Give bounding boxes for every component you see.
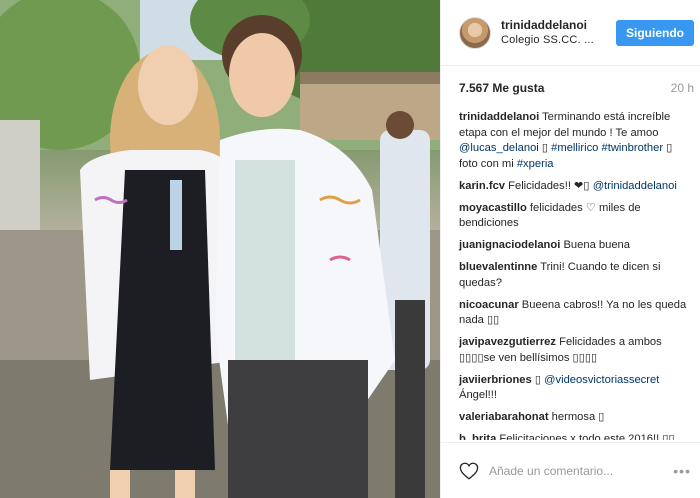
comments-list[interactable]: trinidaddelanoi Terminando está increíbl…	[441, 110, 700, 440]
likes-count[interactable]: 7.567 Me gusta	[459, 81, 544, 95]
comment-input[interactable]	[489, 463, 674, 478]
avatar[interactable]	[459, 16, 491, 49]
comment-link[interactable]: @trinidaddelanoi	[593, 180, 677, 192]
comment-item: karin.fcv Felicidades!! ❤▯ @trinidaddela…	[459, 179, 693, 195]
more-options-icon[interactable]: •••	[673, 463, 691, 479]
comment-username[interactable]: trinidaddelanoi	[459, 111, 539, 123]
post-photo[interactable]	[0, 0, 440, 498]
post-header: trinidaddelanoi Colegio SS.CC. ... Sigui…	[441, 0, 700, 66]
photo-illustration	[0, 0, 440, 498]
post-sidebar: trinidaddelanoi Colegio SS.CC. ... Sigui…	[440, 0, 700, 498]
comment-link[interactable]: @lucas_delanoi	[459, 142, 539, 154]
comment-item: trinidaddelanoi Terminando está increíbl…	[459, 110, 693, 172]
comment-username[interactable]: karin.fcv	[459, 180, 505, 192]
comment-link[interactable]: @videosvictoriassecret	[544, 374, 659, 386]
post-location[interactable]: Colegio SS.CC. ...	[501, 33, 616, 48]
heart-icon[interactable]	[459, 462, 479, 480]
comment-item: valeriabarahonat hermosa ▯	[459, 410, 693, 426]
comment-text: ▯	[538, 142, 552, 154]
comment-item: nicoacunar Bueena cabros!! Ya no les que…	[459, 298, 693, 329]
comment-username[interactable]: moyacastillo	[459, 202, 527, 214]
comment-username[interactable]: b_brita	[459, 433, 496, 440]
comment-item: javiierbriones ▯ @videosvictoriassecret …	[459, 373, 693, 404]
comment-text: Buena buena	[563, 239, 631, 251]
comment-username[interactable]: juanignaciodelanoi	[459, 239, 560, 251]
comment-link[interactable]: #twinbrother	[602, 142, 664, 154]
post-age[interactable]: 20 h	[671, 81, 694, 95]
comment-username[interactable]: javipavezgutierrez	[459, 336, 556, 348]
comment-bar: •••	[441, 442, 700, 498]
comment-link[interactable]: #xperia	[517, 158, 554, 170]
comment-link[interactable]: #mellirico	[551, 142, 598, 154]
following-button[interactable]: Siguiendo	[616, 19, 694, 46]
comment-username[interactable]: nicoacunar	[459, 299, 519, 311]
author-info: trinidaddelanoi Colegio SS.CC. ...	[501, 18, 616, 48]
comment-item: moyacastillo felicidades ♡ miles de bend…	[459, 201, 693, 232]
comment-text: Felicitaciones x todo este 2016!! ▯▯	[499, 433, 675, 440]
comment-item: b_brita Felicitaciones x todo este 2016!…	[459, 432, 693, 440]
author-username[interactable]: trinidaddelanoi	[501, 18, 616, 33]
comment-username[interactable]: bluevalentinne	[459, 261, 537, 273]
comment-username[interactable]: javiierbriones	[459, 374, 532, 386]
comment-item: javipavezgutierrez Felicidades a ambos ▯…	[459, 335, 693, 366]
comment-text: ▯	[534, 373, 545, 386]
comment-text: hermosa ▯	[551, 411, 605, 423]
comment-item: bluevalentinne Trini! Cuando te dicen si…	[459, 260, 693, 291]
comment-text: Felicidades!! ❤▯	[508, 179, 593, 192]
comment-username[interactable]: valeriabarahonat	[459, 411, 549, 423]
comment-item: juanignaciodelanoi Buena buena	[459, 238, 693, 254]
comment-text: Ángel!!!	[459, 389, 497, 401]
likes-row: 7.567 Me gusta 20 h	[441, 66, 700, 110]
